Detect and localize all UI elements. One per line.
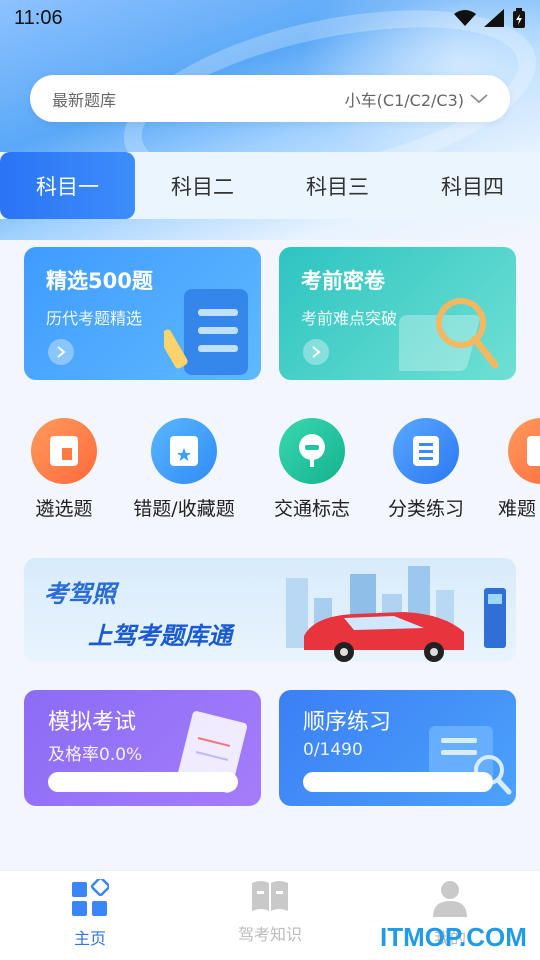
city-skyline-illustration [286,566,506,662]
func-label: 遴选题 [35,498,93,520]
question-bank-selector[interactable]: 最新题库 小车(C1/C2/C3) [30,75,510,122]
subject-tabs: 科目一 科目二 科目三 科目四 [0,152,540,219]
nav-label: 主页 [73,929,106,948]
tab-subject-3[interactable]: 科目三 [270,152,405,219]
status-icons [454,8,526,28]
document-illustration-icon [164,289,248,375]
func-label: 错题/收藏题 [133,498,235,520]
signal-icon [484,9,504,27]
sequential-practice-card[interactable]: 顺序练习 0/1490 [279,690,516,806]
banner-line-1: 考驾照 [44,580,116,608]
status-bar: 11:06 [0,0,540,36]
func-selected-questions[interactable]: 遴选题 [4,418,124,521]
func-label: 难题 [498,498,537,520]
exam-secret-paper-card[interactable]: 考前密卷 考前难点突破 [279,247,516,380]
nav-label: 驾考知识 [237,925,302,944]
start-mock-exam-bar[interactable] [48,772,238,792]
traffic-sign-icon [279,418,345,484]
nav-driving-knowledge[interactable]: 驾考知识 [180,871,360,960]
car-type-selector[interactable]: 小车(C1/C2/C3) [345,87,488,111]
func-hard-questions[interactable]: 难题 [480,418,540,521]
open-book-icon [252,881,288,911]
watermark: ITMOP.COM [380,922,527,952]
book-icon [31,418,97,484]
func-label: 分类练习 [387,498,464,520]
func-label: 交通标志 [273,498,350,520]
selected-500-card[interactable]: 精选500题 历代考题精选 [24,247,261,380]
wifi-icon [454,10,476,26]
chevron-right-icon [303,339,329,365]
car-type-label: 小车(C1/C2/C3) [344,90,464,110]
promo-banner[interactable]: 考驾照 上驾考题库通 [24,558,516,662]
tab-subject-4[interactable]: 科目四 [405,152,540,219]
function-row: 遴选题 错题/收藏题 交通标志 分类练习 难题 [0,418,540,528]
status-time: 11:06 [14,6,63,29]
mock-exam-card[interactable]: 模拟考试 及格率0.0% [24,690,261,806]
question-bank-label: 最新题库 [52,90,117,110]
tab-subject-2[interactable]: 科目二 [135,152,270,219]
chevron-down-icon [470,93,488,103]
list-icon [393,418,459,484]
magnifier-illustration-icon [399,298,499,371]
tab-subject-1[interactable]: 科目一 [0,152,135,219]
chevron-right-icon [48,339,74,365]
doc-icon [508,418,540,484]
user-icon [433,881,467,917]
feature-cards: 精选500题 历代考题精选 考前密卷 考前难点突破 [24,247,516,380]
star-doc-icon [151,418,217,484]
practice-cards: 模拟考试 及格率0.0% 顺序练习 0/1490 [24,690,516,806]
home-grid-icon [72,879,109,916]
battery-icon [513,8,525,28]
start-sequential-practice-bar[interactable] [303,772,493,792]
func-wrong-favorites[interactable]: 错题/收藏题 [124,418,244,521]
nav-home[interactable]: 主页 [0,871,180,960]
func-category-practice[interactable]: 分类练习 [366,418,486,521]
banner-line-2: 上驾考题库通 [88,622,232,650]
func-traffic-signs[interactable]: 交通标志 [252,418,372,521]
